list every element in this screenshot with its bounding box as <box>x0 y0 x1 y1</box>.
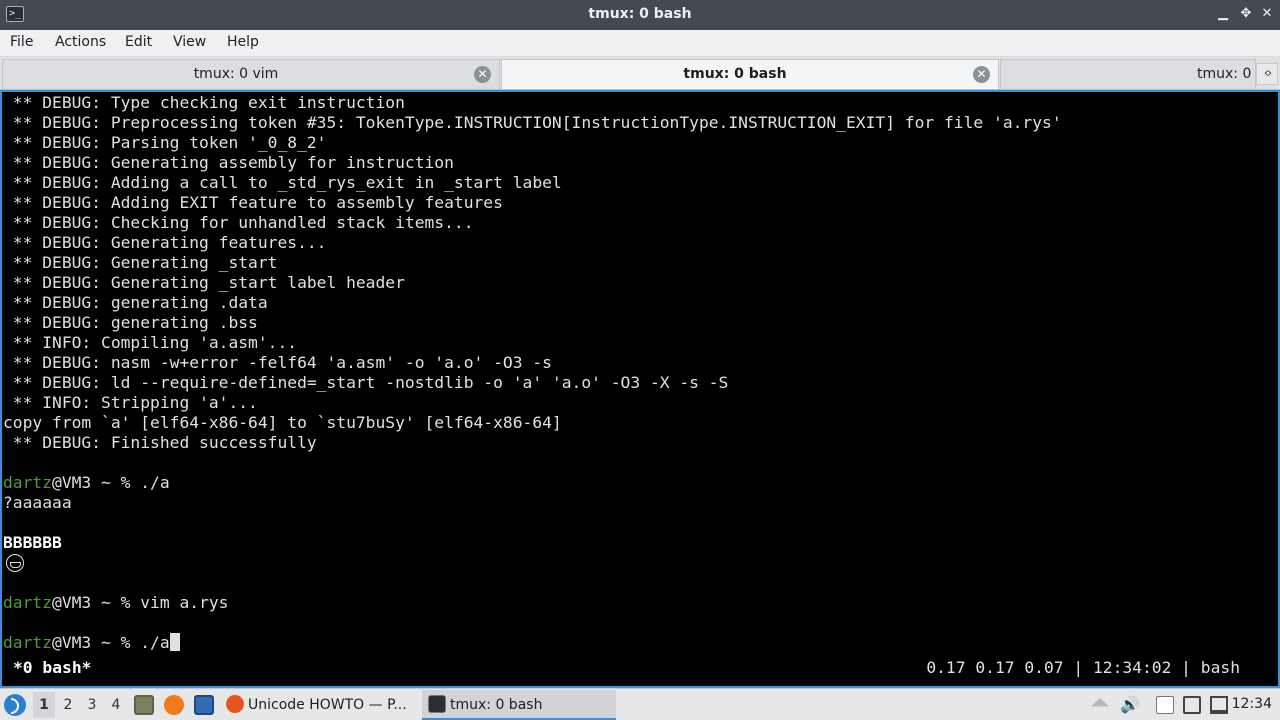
start-menu-icon[interactable] <box>4 694 26 716</box>
task-terminal[interactable]: tmux: 0 bash <box>422 690 616 720</box>
menu-actions[interactable]: Actions <box>55 34 106 50</box>
window-titlebar: >_ tmux: 0 bash ▁ ✥ ✕ <box>0 0 1280 30</box>
terminal-line: ** DEBUG: Finished successfully <box>3 433 317 452</box>
terminal-line: copy from `a' [elf64-x86-64] to `stu7buS… <box>3 413 562 432</box>
emoji-line <box>3 553 1278 573</box>
tab-label: tmux: 0 vim <box>193 66 279 82</box>
tmux-window-indicator[interactable]: *0 bash* <box>13 658 91 678</box>
clock[interactable]: 12:34 <box>1232 696 1272 712</box>
window-title: tmux: 0 bash <box>588 6 692 22</box>
tab-bash[interactable]: tmux: 0 bash ✕ <box>501 59 999 89</box>
workspace-4[interactable]: 4 <box>105 697 127 713</box>
menu-file[interactable]: File <box>10 34 33 50</box>
terminal-line: ** DEBUG: Preprocessing token #35: Token… <box>3 113 1062 132</box>
task-label: Unicode HOWTO — P... <box>248 697 407 713</box>
firefox-icon[interactable] <box>164 695 184 715</box>
tab-third[interactable]: tmux: 0 <box>1000 59 1256 89</box>
menu-view[interactable]: View <box>173 34 206 50</box>
tmux-status-bar: *0 bash* 0.17 0.17 0.07 | 12:34:02 | bas… <box>3 658 1276 678</box>
command-input[interactable]: ./a <box>140 633 169 652</box>
close-button[interactable]: ✕ <box>1258 5 1276 23</box>
terminal-icon <box>428 695 446 713</box>
program-output: BBBBBB <box>3 533 62 552</box>
taskbar: 1 2 3 4 Unicode HOWTO — P... tmux: 0 bas… <box>0 688 1280 720</box>
desktop-icon[interactable] <box>194 695 214 715</box>
menu-help[interactable]: Help <box>227 34 259 50</box>
workspace-1[interactable]: 1 <box>33 692 55 718</box>
terminal-line: ** DEBUG: Checking for unhandled stack i… <box>3 213 474 232</box>
terminal-line: ** DEBUG: Generating _start <box>3 253 278 272</box>
terminal-line: ** DEBUG: Generating assembly for instru… <box>3 153 454 172</box>
firefox-icon <box>226 695 244 713</box>
minimize-button[interactable]: ▁ <box>1214 5 1232 23</box>
tab-scroll-arrows-icon[interactable]: ‹› <box>1256 63 1278 85</box>
terminal-line: ** INFO: Compiling 'a.asm'... <box>3 333 298 352</box>
menu-edit[interactable]: Edit <box>125 34 152 50</box>
prompt-line: dartz@VM3 ~ % vim a.rys <box>3 593 1278 613</box>
terminal-view[interactable]: ** DEBUG: Type checking exit instruction… <box>0 90 1280 688</box>
terminal-line: ** DEBUG: Adding a call to _std_rys_exit… <box>3 173 562 192</box>
tab-close-icon[interactable]: ✕ <box>973 66 990 83</box>
menubar: File Actions Edit View Help <box>0 30 1280 57</box>
task-label: tmux: 0 bash <box>450 697 543 713</box>
display-icon[interactable] <box>1210 696 1228 714</box>
workspace-2[interactable]: 2 <box>57 697 79 713</box>
clipboard-icon[interactable] <box>1156 696 1174 714</box>
terminal-line: ** DEBUG: Generating features... <box>3 233 327 252</box>
tab-bar: tmux: 0 vim ✕ tmux: 0 bash ✕ tmux: 0 ‹› <box>0 57 1280 90</box>
command-text: ./a <box>140 473 170 492</box>
terminal-line: ** DEBUG: Generating _start label header <box>3 273 405 292</box>
terminal-line: ** DEBUG: generating .data <box>3 293 268 312</box>
prompt-line: dartz@VM3 ~ % ./a <box>3 473 1278 493</box>
terminal-output: ** DEBUG: Type checking exit instruction… <box>3 93 1278 653</box>
tab-close-icon[interactable]: ✕ <box>474 66 491 83</box>
prompt-line: dartz@VM3 ~ % ./a <box>3 633 1278 653</box>
maximize-button[interactable]: ✥ <box>1237 5 1255 23</box>
task-firefox[interactable]: Unicode HOWTO — P... <box>222 690 418 720</box>
command-text: vim a.rys <box>140 593 229 612</box>
prompt-user: dartz <box>3 633 53 652</box>
tmux-status-right: 0.17 0.17 0.07 | 12:34:02 | bash <box>926 658 1240 677</box>
text-cursor <box>169 633 180 651</box>
terminal-line: ** DEBUG: Adding EXIT feature to assembl… <box>3 193 503 212</box>
prompt-host: @VM3 ~ % <box>52 633 141 652</box>
file-manager-icon[interactable] <box>134 695 154 715</box>
terminal-line: ** DEBUG: nasm -w+error -felf64 'a.asm' … <box>3 353 552 372</box>
prompt-user: dartz <box>3 593 53 612</box>
terminal-line: ** DEBUG: Parsing token '_0_8_2' <box>3 133 327 152</box>
volume-icon[interactable]: 🔊 <box>1120 696 1140 714</box>
grinning-face-emoji-icon <box>6 554 24 572</box>
program-output: ?aaaaaa <box>3 493 72 512</box>
terminal-line: ** INFO: Stripping 'a'... <box>3 393 258 412</box>
prompt-user: dartz <box>3 473 53 492</box>
terminal-line: ** DEBUG: ld --require-defined=_start -n… <box>3 373 729 392</box>
tab-label: tmux: 0 bash <box>683 66 787 82</box>
network-icon[interactable] <box>1183 696 1201 714</box>
tray-expand-icon[interactable] <box>1091 698 1109 707</box>
workspace-3[interactable]: 3 <box>81 697 103 713</box>
terminal-line: ** DEBUG: generating .bss <box>3 313 258 332</box>
prompt-host: @VM3 ~ % <box>52 473 141 492</box>
prompt-host: @VM3 ~ % <box>52 593 141 612</box>
tab-label: tmux: 0 <box>1197 66 1252 82</box>
tab-vim[interactable]: tmux: 0 vim ✕ <box>2 59 500 89</box>
terminal-line: ** DEBUG: Type checking exit instruction <box>3 93 405 112</box>
